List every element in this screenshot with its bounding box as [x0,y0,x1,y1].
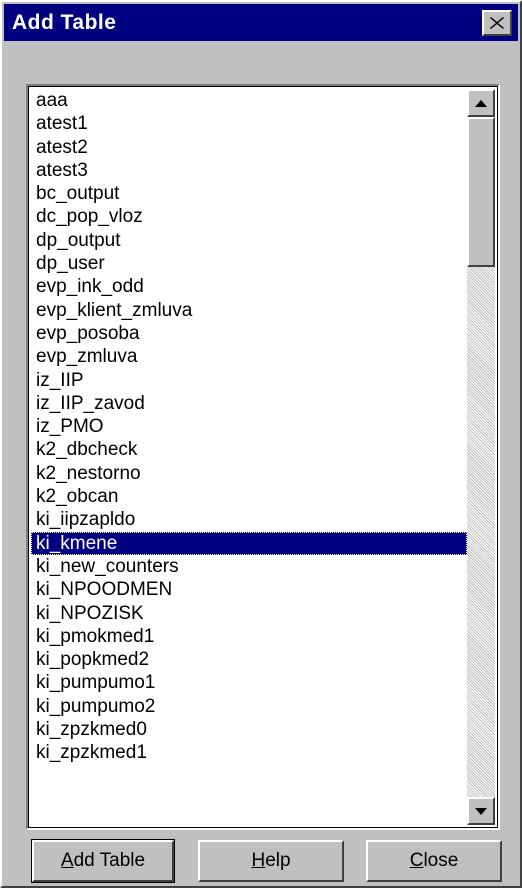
help-label: elp [265,850,291,871]
list-item[interactable]: dc_pop_vloz [31,205,467,228]
help-mnemonic: H [251,850,266,871]
list-item[interactable]: evp_ink_odd [31,275,467,298]
list-item[interactable]: k2_nestorno [31,462,467,485]
list-item[interactable]: atest2 [31,136,467,159]
help-button[interactable]: Help [198,840,344,882]
scroll-down-button[interactable] [467,797,495,825]
scroll-up-button[interactable] [467,89,495,117]
add-table-label: dd Table [73,850,146,871]
table-listbox[interactable]: aaa atest1 atest2 atest3 bc_output dc_pop_vlo… [26,84,500,830]
list-item[interactable]: dp_output [31,229,467,252]
list-item[interactable]: aaa [31,89,467,112]
add-table-mnemonic: A [60,850,74,871]
vertical-scrollbar[interactable] [467,89,495,825]
list-item[interactable]: k2_dbcheck [31,438,467,461]
list-item[interactable]: ki_pumpumo1 [31,671,467,694]
title-bar[interactable]: Add Table [4,4,518,41]
list-item[interactable]: evp_klient_zmluva [31,299,467,322]
list-item[interactable]: iz_IIP [31,369,467,392]
close-window-button[interactable] [482,9,512,36]
list-item[interactable]: bc_output [31,182,467,205]
list-item[interactable]: ki_iipzapldo [31,508,467,531]
list-item[interactable]: ki_NPOZISK [31,602,467,625]
close-button[interactable]: Close [366,840,502,882]
close-mnemonic: C [409,850,424,871]
list-item[interactable]: ki_pumpumo2 [31,695,467,718]
table-list: aaa atest1 atest2 atest3 bc_output dc_pop_vlo… [31,89,467,825]
list-item[interactable]: ki_zpzkmed0 [31,718,467,741]
list-item[interactable]: ki_popkmed2 [31,648,467,671]
list-item[interactable]: ki_NPOODMEN [31,578,467,601]
window-title: Add Table [12,10,117,34]
close-label: lose [423,850,459,871]
list-item[interactable]: evp_zmluva [31,345,467,368]
list-item[interactable]: ki_pmokmed1 [31,625,467,648]
close-icon [490,16,504,29]
add-table-dialog: Add Table aaa atest1 atest2 atest3 bc_output… [0,0,522,888]
list-item[interactable]: ki_new_counters [31,555,467,578]
arrow-up-icon [475,99,487,107]
list-item[interactable]: iz_IIP_zavod [31,392,467,415]
list-item[interactable]: dp_user [31,252,467,275]
arrow-down-icon [475,807,487,815]
list-item[interactable]: atest1 [31,112,467,135]
list-item[interactable]: evp_posoba [31,322,467,345]
list-item[interactable]: atest3 [31,159,467,182]
list-item[interactable]: k2_obcan [31,485,467,508]
list-item[interactable]: ki_zpzkmed1 [31,741,467,764]
scrollbar-thumb[interactable] [467,117,495,267]
list-item[interactable]: iz_PMO [31,415,467,438]
list-item[interactable]: ki_kmene [31,531,467,555]
add-table-button[interactable]: Add Table [31,839,175,883]
